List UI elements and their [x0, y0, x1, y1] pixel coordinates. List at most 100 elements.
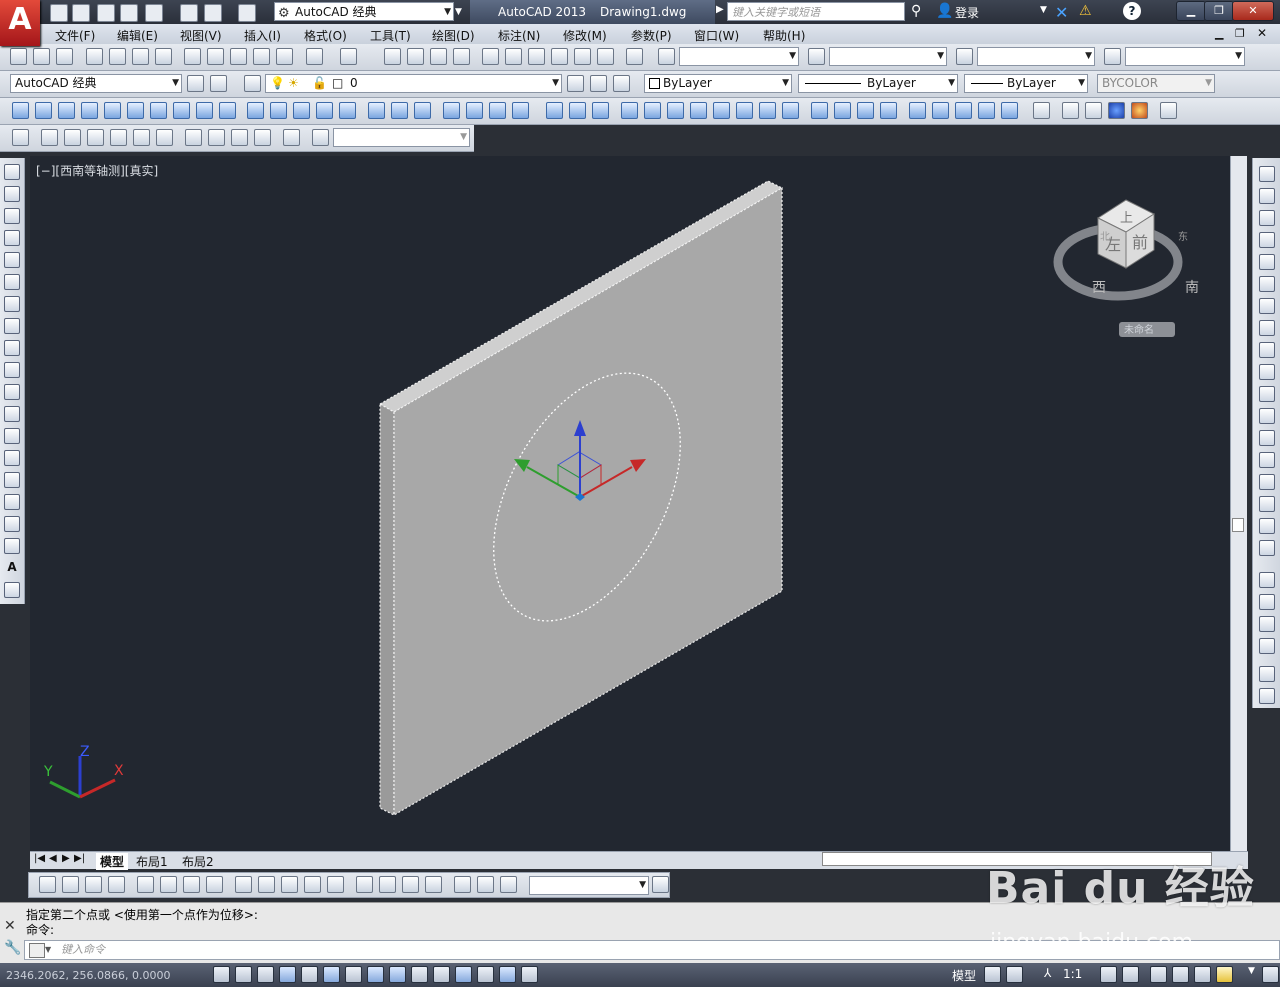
construction-line-icon[interactable] [4, 186, 20, 202]
sheet-set-icon[interactable] [551, 48, 568, 65]
exchange-icon[interactable]: ✕ [1055, 3, 1073, 22]
color-dropdown[interactable]: ByLayer ▼ [644, 74, 792, 93]
mirror-icon[interactable] [1259, 210, 1275, 226]
plot-icon[interactable] [86, 48, 103, 65]
rotate-faces-icon[interactable] [133, 129, 150, 146]
view-se-icon[interactable] [978, 102, 995, 119]
ucs-object-icon[interactable] [644, 102, 661, 119]
baseline-dim-icon[interactable] [258, 876, 275, 893]
polyline-icon[interactable] [4, 208, 20, 224]
intersect-icon[interactable] [414, 102, 431, 119]
extrude-icon[interactable] [247, 102, 264, 119]
toolbar-lock-icon[interactable] [1172, 966, 1189, 983]
view-right-icon[interactable] [880, 102, 897, 119]
blend-curves-icon[interactable] [1259, 518, 1275, 534]
save-file-icon[interactable] [56, 48, 73, 65]
radius-dim-icon[interactable] [137, 876, 154, 893]
polygon-icon[interactable] [4, 230, 20, 246]
text-style-dropdown[interactable]: ▼ [679, 47, 799, 66]
ucs-3point-icon[interactable] [736, 102, 753, 119]
rectangle-icon[interactable] [4, 252, 20, 268]
extend-icon[interactable] [1259, 386, 1275, 402]
open-file-icon[interactable] [33, 48, 50, 65]
dim-edit-icon[interactable] [454, 876, 471, 893]
hardware-acceleration-icon[interactable] [1194, 966, 1211, 983]
3d-rotate-icon[interactable] [466, 102, 483, 119]
sweep-icon[interactable] [293, 102, 310, 119]
table-icon[interactable] [4, 538, 20, 554]
line-icon[interactable] [4, 164, 20, 180]
rotate-icon[interactable] [1259, 298, 1275, 314]
ucs-y-icon[interactable] [782, 102, 799, 119]
3d-move-icon[interactable] [443, 102, 460, 119]
menu-tools[interactable]: 工具(T) [370, 27, 411, 44]
linear-dim-icon[interactable] [39, 876, 56, 893]
draworder-under-icon[interactable] [1259, 638, 1275, 654]
annotation-visibility-icon[interactable] [1100, 966, 1117, 983]
layer-properties-icon[interactable] [244, 75, 261, 92]
zoom-window-icon[interactable] [430, 48, 447, 65]
layer-state-icon[interactable] [613, 75, 630, 92]
3d-array-icon[interactable] [512, 102, 529, 119]
quick-view-layouts-icon[interactable] [984, 966, 1001, 983]
torus-icon[interactable] [150, 102, 167, 119]
application-menu-button[interactable]: A [0, 0, 40, 46]
jogged-dim-icon[interactable] [160, 876, 177, 893]
login-link[interactable]: 登录 [955, 4, 979, 21]
delete-faces-icon[interactable] [110, 129, 127, 146]
vertical-scrollbar[interactable] [1230, 156, 1247, 851]
snap-mode-icon[interactable] [235, 966, 252, 983]
menu-edit[interactable]: 编辑(E) [117, 27, 158, 44]
arc-length-icon[interactable] [85, 876, 102, 893]
dynamic-ucs-icon[interactable] [389, 966, 406, 983]
revision-cloud-icon[interactable] [4, 318, 20, 334]
auto-scale-icon[interactable] [1122, 966, 1139, 983]
doc-restore-icon[interactable]: ❐ [1235, 27, 1245, 40]
match-properties-icon[interactable] [253, 48, 270, 65]
visual-style-2d-icon[interactable] [1033, 102, 1050, 119]
flatshot-icon[interactable] [12, 129, 29, 146]
publish-file-icon[interactable] [132, 48, 149, 65]
angular-dim-icon[interactable] [206, 876, 223, 893]
make-current-layer-icon[interactable] [567, 75, 584, 92]
ucs-zaxis-icon[interactable] [713, 102, 730, 119]
clean-icon[interactable] [208, 129, 225, 146]
tab-next-icon[interactable]: ▶ [62, 853, 70, 864]
annotation-monitor-icon[interactable] [521, 966, 538, 983]
object-snap-icon[interactable] [323, 966, 340, 983]
layer-dropdown[interactable]: 💡 ☀ 🔓 □ 0 ▼ [265, 74, 562, 93]
ortho-mode-icon[interactable] [279, 966, 296, 983]
pyramid-icon[interactable] [173, 102, 190, 119]
help-icon[interactable]: ? [1123, 2, 1141, 20]
transparency-icon[interactable] [455, 966, 472, 983]
shell-icon[interactable] [254, 129, 271, 146]
mtext-icon[interactable]: A [4, 560, 20, 576]
restore-button[interactable]: ❐ [1204, 1, 1234, 21]
hatch-icon[interactable] [4, 472, 20, 488]
insert-block-icon[interactable] [4, 406, 20, 422]
hatch-back-icon[interactable] [1259, 688, 1275, 704]
dim-update-icon[interactable] [500, 876, 517, 893]
explode-icon[interactable] [1259, 540, 1275, 556]
make-block-icon[interactable] [4, 428, 20, 444]
wrench-icon[interactable]: 🔧 [4, 940, 21, 956]
open-icon[interactable] [72, 4, 90, 22]
redo-toolbar-icon[interactable] [340, 48, 357, 65]
menu-format[interactable]: 格式(O) [304, 27, 347, 44]
paste-icon[interactable] [230, 48, 247, 65]
visual-style-conceptual-icon[interactable] [1131, 102, 1148, 119]
design-center-icon[interactable] [505, 48, 522, 65]
loft-icon[interactable] [339, 102, 356, 119]
circle-icon[interactable] [4, 296, 20, 312]
isolate-objects-icon[interactable] [1216, 966, 1233, 983]
chevron-down-icon[interactable]: ▼ [45, 941, 51, 959]
polysolid-icon[interactable] [12, 102, 29, 119]
pan-icon[interactable] [384, 48, 401, 65]
close-button[interactable]: ✕ [1232, 1, 1274, 21]
dim-style-control-dropdown[interactable]: ▼ [529, 876, 649, 895]
ucs-icon[interactable] [546, 102, 563, 119]
draworder-above-icon[interactable] [1259, 616, 1275, 632]
annotation-scale-value[interactable]: 1:1 [1063, 967, 1082, 981]
aligned-dim-icon[interactable] [62, 876, 79, 893]
dim-style-dropdown[interactable]: ▼ [829, 47, 947, 66]
